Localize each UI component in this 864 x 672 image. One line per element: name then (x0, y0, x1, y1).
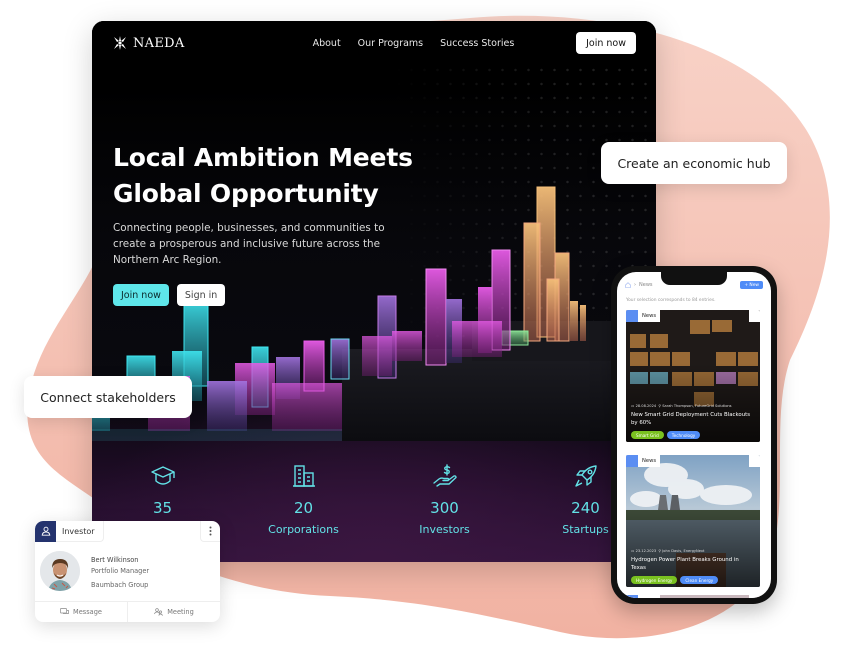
nav-links: About Our Programs Success Stories (313, 38, 515, 49)
bookmark-icon[interactable] (749, 595, 760, 598)
tag-hydrogen-energy[interactable]: Hydrogen Energy (631, 576, 678, 584)
investor-tag: Investor (35, 521, 104, 542)
investor-tag-label: Investor (62, 526, 95, 536)
message-button[interactable]: Message (35, 602, 127, 622)
news-badge-label: News (642, 458, 657, 464)
calendar-icon: ▭ (631, 549, 635, 553)
hero-signin-button[interactable]: Sign in (176, 284, 226, 306)
hero-title-line-2: Global Opportunity (113, 179, 379, 208)
user-icon-badge (35, 521, 56, 542)
news-title: New Smart Grid Deployment Cuts Blackouts… (631, 412, 751, 426)
user-icon (41, 526, 50, 536)
phone-mockup: › News + New Your selection corresponds … (611, 266, 777, 604)
hero-title-line-1: Local Ambition Meets (113, 143, 413, 172)
news-tags: Hydrogen Energy Clean Energy (631, 576, 719, 584)
home-icon[interactable] (625, 282, 631, 288)
stat-label: Investors (419, 523, 470, 536)
phone-notch (661, 272, 727, 285)
message-icon (60, 608, 69, 614)
more-options-button[interactable] (200, 521, 220, 542)
logo-icon (114, 36, 126, 50)
rocket-icon (574, 465, 597, 487)
stat-value: 20 (293, 499, 314, 517)
callout-connect-stakeholders: Connect stakeholders (24, 376, 192, 418)
news-badge: News (626, 455, 661, 467)
investor-card[interactable]: Investor Bert Wilkinson Portfolio Manage… (35, 521, 220, 622)
news-card[interactable]: News ▭ 28.08.2024 ⚲ Sarah Thompson, Futu… (626, 310, 760, 442)
tag-technology[interactable]: Technology (666, 431, 701, 439)
nav-join-button[interactable]: Join now (576, 32, 636, 54)
stat-investors: 300 Investors (374, 459, 515, 559)
message-label: Message (73, 608, 102, 616)
news-tags: Smart Grid Technology (631, 431, 701, 439)
news-badge: News (626, 595, 661, 598)
calendar-icon: ▭ (631, 404, 635, 408)
author-icon: ⚲ (657, 404, 662, 408)
logo-text: NAEDA (133, 35, 185, 51)
selection-count: Your selection corresponds to 84 entries… (626, 298, 716, 303)
hero-join-button[interactable]: Join now (113, 284, 169, 306)
news-icon (626, 310, 638, 322)
meeting-label: Meeting (167, 608, 194, 616)
new-entry-button[interactable]: + New (740, 281, 763, 289)
news-card[interactable]: News (626, 595, 760, 598)
breadcrumb-news[interactable]: News (639, 282, 653, 288)
stat-value: 300 (430, 499, 459, 517)
logo[interactable]: NAEDA (112, 35, 185, 51)
news-card[interactable]: News ▭ 23.12.2023 ⚲ John Davis, EnergyNe… (626, 455, 760, 587)
kebab-menu-icon (209, 526, 212, 536)
tag-clean-energy[interactable]: Clean Energy (680, 576, 719, 584)
phone-screen: › News + New Your selection corresponds … (617, 272, 771, 598)
author-icon: ⚲ (657, 549, 662, 553)
graduation-cap-icon (150, 466, 175, 485)
top-nav: NAEDA About Our Programs Success Stories… (92, 21, 656, 65)
nav-link-success-stories[interactable]: Success Stories (440, 38, 514, 49)
nav-link-about[interactable]: About (313, 38, 341, 49)
meeting-button[interactable]: Meeting (127, 602, 220, 622)
news-date: 28.08.2024 (635, 404, 657, 408)
news-badge-label: News (642, 313, 657, 319)
news-meta: ▭ 28.08.2024 ⚲ Sarah Thompson, FutureGri… (631, 404, 732, 408)
stat-label: Startups (562, 523, 609, 536)
news-icon (626, 595, 638, 598)
hand-dollar-icon (432, 464, 457, 487)
bookmark-icon[interactable] (749, 455, 760, 467)
stat-value: 35 (152, 499, 173, 517)
hero-buttons: Join now Sign in (113, 284, 226, 306)
news-icon (626, 455, 638, 467)
news-badge: News (626, 310, 661, 322)
news-meta: ▭ 23.12.2023 ⚲ John Davis, EnergyNext (631, 549, 704, 553)
buildings-icon (292, 465, 315, 487)
hero-subtitle: Connecting people, businesses, and commu… (113, 222, 385, 266)
stat-label: Corporations (268, 523, 339, 536)
news-title: Hydrogen Power Plant Breaks Ground in Te… (631, 557, 739, 571)
bookmark-icon[interactable] (749, 310, 760, 322)
stat-value: 240 (571, 499, 600, 517)
avatar (40, 551, 80, 591)
hero-title: Local Ambition Meets Global Opportunity (113, 140, 433, 212)
meeting-icon (154, 608, 164, 616)
tag-smart-grid[interactable]: Smart Grid (631, 431, 664, 439)
investor-role: Portfolio Manager (91, 567, 150, 575)
news-date: 23.12.2023 (635, 549, 657, 553)
profile-photo (40, 551, 80, 591)
nav-link-programs[interactable]: Our Programs (358, 38, 423, 49)
breadcrumb-separator: › (634, 282, 636, 288)
stat-corporations: 20 Corporations (233, 459, 374, 559)
investor-company: Baumbach Group (91, 581, 149, 589)
callout-economic-hub: Create an economic hub (601, 142, 787, 184)
news-author: Sarah Thompson, FutureGrid Solutions (662, 404, 732, 408)
news-author: John Davis, EnergyNext (662, 549, 705, 553)
investor-actions: Message Meeting (35, 601, 220, 622)
investor-info: Bert Wilkinson Portfolio Manager Baumbac… (91, 555, 149, 591)
investor-name: Bert Wilkinson (91, 556, 139, 564)
website-preview: NAEDA About Our Programs Success Stories… (92, 21, 656, 562)
